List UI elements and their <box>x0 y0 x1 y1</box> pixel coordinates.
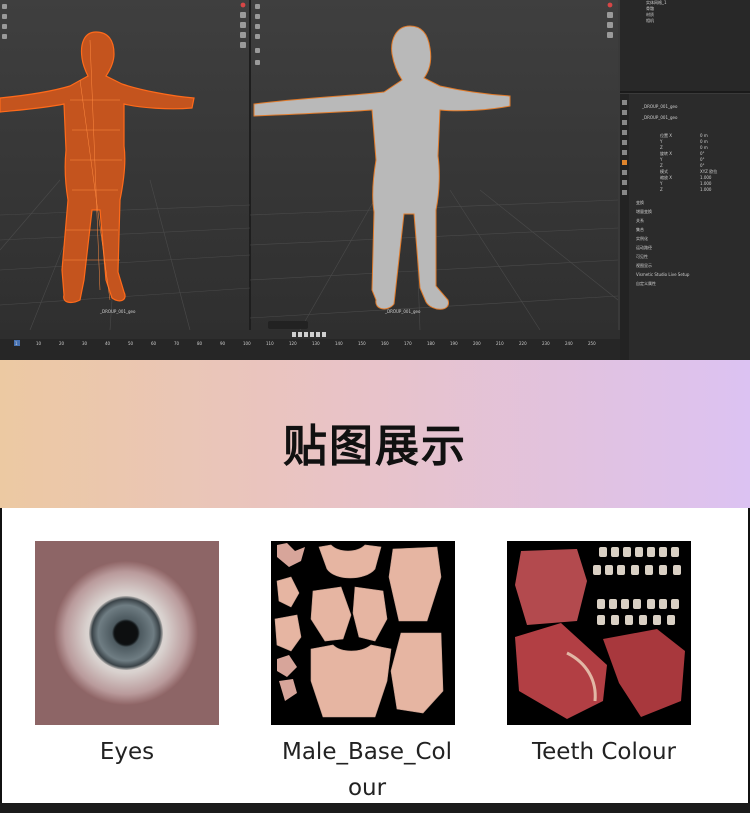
right-object-label: _DROUP_001_geo <box>384 309 421 314</box>
properties-section-header: 视图显示 <box>636 262 652 268</box>
timeline-tick-label: 80 <box>197 341 203 346</box>
timeline-tick-label: 30 <box>82 341 88 346</box>
outliner-item: 相机 <box>646 17 654 23</box>
outliner-item: 材质 <box>646 11 654 17</box>
timeline-tick-label: 20 <box>59 341 65 346</box>
timeline-tick-label: 120 <box>289 341 297 346</box>
timeline-tick-label: 240 <box>565 341 573 346</box>
properties-object-name-field[interactable]: _DROUP_001_geo <box>641 115 678 120</box>
transform-field-label: Z <box>660 187 663 192</box>
transform-field-value: 1.000 <box>700 181 712 186</box>
outliner-item: 实体网格_1 <box>646 0 667 5</box>
section-banner: 贴图展示 <box>0 360 750 508</box>
transform-field-label: Z <box>660 163 663 168</box>
timeline-tick-label: 130 <box>312 341 320 346</box>
transform-field-value: 0° <box>700 157 705 162</box>
teeth-texture-image <box>507 541 691 725</box>
transform-field-value: 0° <box>700 163 705 168</box>
viewport-mini-toolbar[interactable] <box>268 321 308 329</box>
footer-bar <box>0 803 750 813</box>
eyes-label: Eyes <box>99 739 155 765</box>
timeline-tick-label: 60 <box>151 341 157 346</box>
left-object-label: _DROUP_001_geo <box>99 309 136 314</box>
transform-field-value: 1.000 <box>700 187 712 192</box>
transform-field-value: 0 m <box>700 139 708 144</box>
timeline-tick-label: 160 <box>381 341 389 346</box>
transform-field-value: XYZ 欧拉 <box>700 168 717 174</box>
transform-field-label: 缩放 X <box>660 174 672 180</box>
timeline-tick-label: 90 <box>220 341 226 346</box>
transform-field-value: 0 m <box>700 145 708 150</box>
properties-section-header: 关系 <box>636 217 644 223</box>
skin-texture-image <box>271 541 455 725</box>
transform-field-label: Y <box>659 181 663 186</box>
timeline-tick-label: 140 <box>335 341 343 346</box>
timeline-tick-label: 170 <box>404 341 412 346</box>
properties-section-header: Vismetic Studio Live Setup <box>636 272 690 277</box>
eyes-texture-thumbnail[interactable] <box>35 541 219 725</box>
timeline-tick-label: 110 <box>266 341 274 346</box>
transform-field-value: 0 m <box>700 133 708 138</box>
timeline-tick-label: 50 <box>128 341 134 346</box>
timeline-tick-label: 100 <box>243 341 251 346</box>
properties-object-name: _DROUP_001_geo <box>641 104 678 109</box>
male-base-colour-label-line2: our <box>347 775 387 801</box>
timeline-tick-label: 190 <box>450 341 458 346</box>
timeline-tick-label: 150 <box>358 341 366 346</box>
teeth-colour-thumbnail[interactable] <box>507 541 691 725</box>
timeline-tick-label: 210 <box>496 341 504 346</box>
teeth-colour-label: Teeth Colour <box>532 739 676 765</box>
transform-field-label: Y <box>659 139 663 144</box>
transform-field-value: 1.000 <box>700 175 712 180</box>
viewport-canvas: _DROUP_001_geo _DROUP_001_geo 1 10 20 30… <box>0 0 750 360</box>
properties-section-header: 自定义属性 <box>636 280 656 286</box>
properties-section-header: 集合 <box>636 226 644 232</box>
banner-title: 贴图展示 <box>283 421 467 472</box>
transform-field-value: 0° <box>700 151 705 156</box>
transform-field-label: Z <box>660 145 663 150</box>
eye-texture-image <box>35 541 219 725</box>
transform-field-label: Y <box>659 157 663 162</box>
timeline-tick-label: 10 <box>36 341 42 346</box>
properties-section-header: 增量变换 <box>636 208 652 214</box>
timeline-tick-label: 40 <box>105 341 111 346</box>
male-base-colour-label-line1: Male_Base_Col <box>281 739 452 765</box>
timeline-tick-label: 180 <box>427 341 435 346</box>
properties-section-header: 运动路径 <box>636 244 652 250</box>
transform-field-label: 模式 <box>660 168 668 174</box>
transform-field-label: 旋转 X <box>660 150 672 156</box>
texture-gallery: Eyes Male_Base_Col our Teeth Colour <box>2 508 748 803</box>
timeline-tick-label: 250 <box>588 341 596 346</box>
transform-field-label: 位置 X <box>660 132 672 138</box>
properties-section-header: 实例化 <box>636 235 648 241</box>
timeline-tick-label: 220 <box>519 341 527 346</box>
timeline-tick-label: 200 <box>473 341 481 346</box>
blender-viewport: _DROUP_001_geo _DROUP_001_geo 1 10 20 30… <box>0 0 750 360</box>
timeline-tick-label: 230 <box>542 341 550 346</box>
outliner-panel[interactable] <box>620 0 750 92</box>
male-base-colour-thumbnail[interactable] <box>271 541 455 725</box>
properties-section-header: 可见性 <box>636 253 648 259</box>
outliner-item: 骨骼 <box>646 5 654 11</box>
properties-section-header: 变换 <box>636 199 644 205</box>
timeline-tick-label: 70 <box>174 341 180 346</box>
